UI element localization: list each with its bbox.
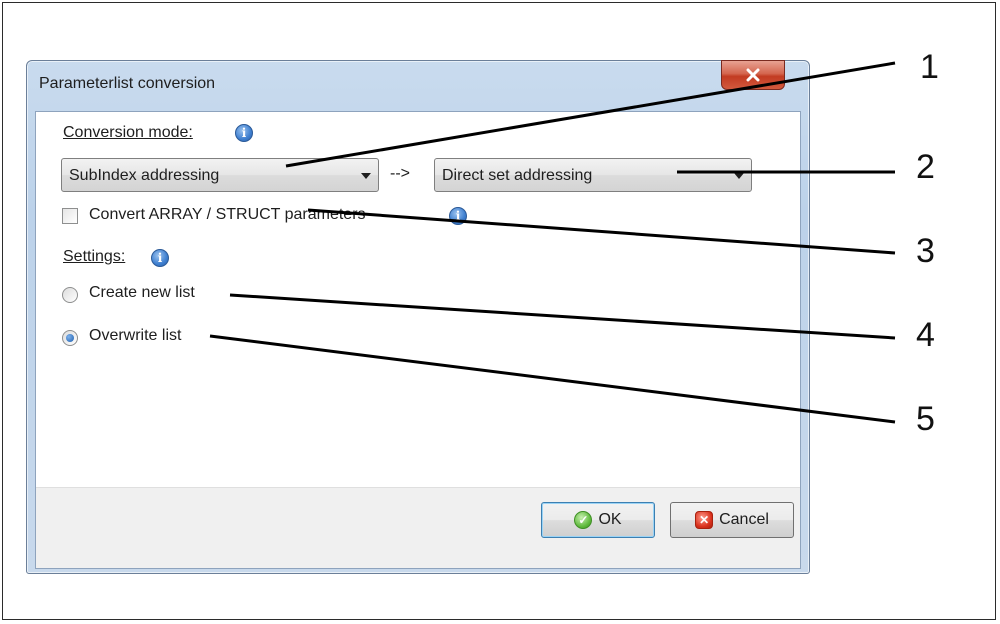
overwrite-list-radio[interactable]: [62, 330, 78, 346]
close-button[interactable]: [721, 60, 785, 90]
cancel-button[interactable]: ✕ Cancel: [670, 502, 794, 538]
callout-number-4: 4: [916, 316, 935, 354]
ok-button[interactable]: ✓ OK: [541, 502, 655, 538]
dialog-footer: ✓ OK ✕ Cancel: [36, 487, 800, 568]
close-icon: [746, 68, 760, 82]
target-mode-value: Direct set addressing: [442, 167, 593, 184]
create-new-list-radio[interactable]: [62, 287, 78, 303]
callout-number-3: 3: [916, 232, 935, 270]
info-icon[interactable]: i: [235, 124, 253, 142]
conversion-mode-label: Conversion mode:: [63, 124, 193, 141]
callout-number-5: 5: [916, 400, 935, 438]
chevron-down-icon: [734, 173, 744, 179]
dialog-title: Parameterlist conversion: [39, 75, 216, 92]
dialog-client-area: Conversion mode: i SubIndex addressing -…: [35, 111, 801, 569]
cancel-button-label: Cancel: [719, 511, 769, 528]
callout-number-1: 1: [920, 48, 939, 86]
conversion-dialog: Parameterlist conversion Conversion mode…: [26, 60, 810, 574]
convert-array-label[interactable]: Convert ARRAY / STRUCT parameters: [89, 206, 366, 224]
source-mode-select[interactable]: SubIndex addressing: [61, 158, 379, 192]
target-mode-select[interactable]: Direct set addressing: [434, 158, 752, 192]
convert-array-checkbox[interactable]: [62, 208, 78, 224]
ok-button-label: OK: [598, 511, 622, 528]
conversion-arrow: -->: [390, 165, 410, 182]
info-icon[interactable]: i: [151, 249, 169, 267]
overwrite-list-label[interactable]: Overwrite list: [89, 327, 181, 345]
ok-check-icon: ✓: [574, 511, 593, 529]
create-new-list-label[interactable]: Create new list: [89, 284, 195, 302]
source-mode-value: SubIndex addressing: [69, 167, 220, 184]
cancel-x-icon: ✕: [695, 511, 714, 529]
chevron-down-icon: [361, 173, 371, 179]
settings-label: Settings:: [63, 248, 126, 265]
info-icon[interactable]: i: [449, 207, 467, 225]
callout-number-2: 2: [916, 148, 935, 186]
